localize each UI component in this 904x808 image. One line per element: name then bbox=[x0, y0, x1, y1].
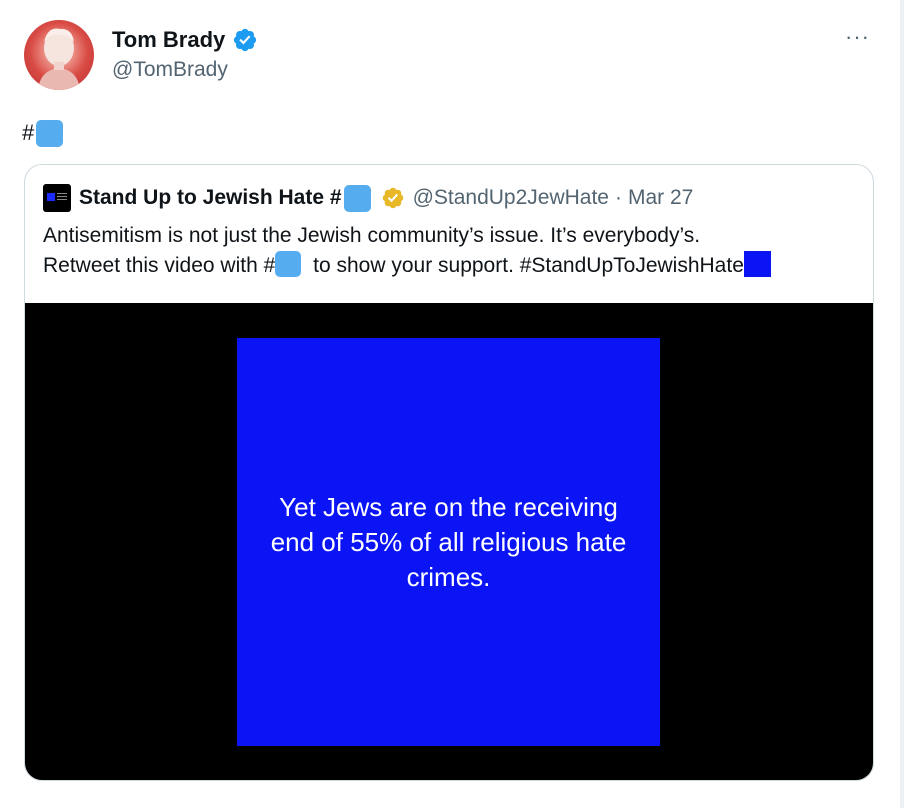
avatar-portrait bbox=[38, 28, 80, 90]
quoted-author-display-name[interactable]: Stand Up to Jewish Hate # bbox=[79, 186, 342, 210]
video-player[interactable]: Yet Jews are on the receiving end of 55%… bbox=[25, 303, 873, 780]
quoted-tweet-date[interactable]: Mar 27 bbox=[628, 186, 693, 210]
quoted-author-avatar[interactable] bbox=[43, 184, 71, 212]
tweet-text: # bbox=[22, 118, 64, 148]
video-frame: Yet Jews are on the receiving end of 55%… bbox=[237, 338, 660, 746]
quoted-text-segment: Retweet this video with # bbox=[43, 254, 276, 277]
quoted-text-line-1: Antisemitism is not just the Jewish comm… bbox=[43, 224, 701, 247]
video-caption: Yet Jews are on the receiving end of 55%… bbox=[270, 491, 627, 592]
blue-square-emoji-icon bbox=[275, 251, 302, 278]
more-options-button[interactable]: ··· bbox=[845, 26, 875, 48]
tweet-hashtag[interactable]: # bbox=[22, 120, 34, 146]
quoted-tweet-text: Antisemitism is not just the Jewish comm… bbox=[43, 221, 863, 281]
right-edge-divider bbox=[900, 0, 904, 808]
author-display-name[interactable]: Tom Brady bbox=[112, 26, 225, 54]
quoted-text-segment: to show your support. #StandUpToJewishHa… bbox=[307, 254, 744, 277]
verified-badge-icon bbox=[233, 28, 257, 52]
quoted-text-line-2: Retweet this video with # to show your s… bbox=[43, 251, 863, 281]
quoted-author-handle[interactable]: @StandUp2JewHate bbox=[413, 186, 609, 210]
blue-square-icon bbox=[743, 251, 771, 278]
quoted-tweet-header: Stand Up to Jewish Hate # @StandUp2JewHa… bbox=[43, 184, 693, 212]
gold-verified-badge-icon bbox=[382, 187, 403, 209]
separator-dot: · bbox=[615, 186, 622, 209]
blue-square-emoji-icon bbox=[36, 119, 64, 147]
author-handle[interactable]: @TomBrady bbox=[112, 57, 228, 83]
blue-square-emoji-icon bbox=[343, 184, 371, 212]
quoted-tweet-card[interactable]: Stand Up to Jewish Hate # @StandUp2JewHa… bbox=[24, 164, 874, 781]
author-avatar[interactable] bbox=[24, 20, 94, 90]
